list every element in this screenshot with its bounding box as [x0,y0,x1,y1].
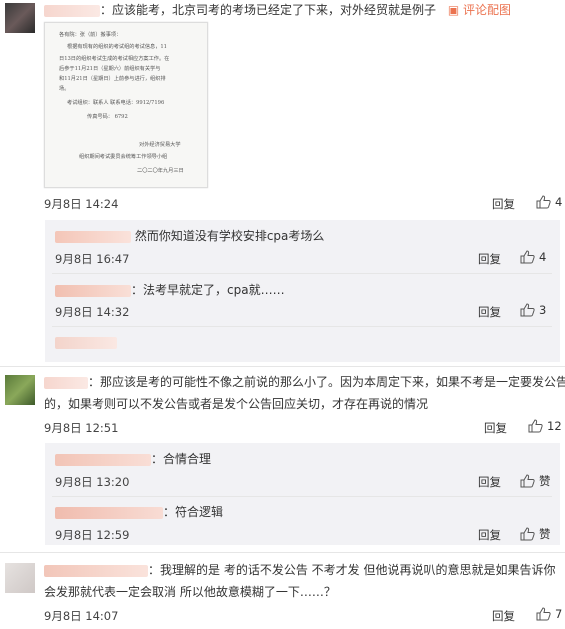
reply-button[interactable]: 回复 [478,527,501,543]
username-blurred[interactable] [55,453,151,466]
divider [0,552,565,553]
like-button[interactable]: 赞 [520,526,551,542]
image-icon: ▣ [447,3,460,17]
divider [52,496,552,497]
username-blurred[interactable] [55,506,163,519]
reply-button[interactable]: 回复 [492,196,515,212]
thumbs-up-icon [520,303,535,317]
comment-time: 9月8日 14:07 [44,609,119,623]
comment-image-link[interactable]: ▣ 评论配图 [448,3,511,17]
thumbs-up-icon [528,419,543,433]
reply-button[interactable]: 回复 [492,608,515,624]
thumbs-up-icon [520,250,535,264]
thumbs-up-icon [536,195,551,209]
like-button[interactable]: 赞 [520,473,551,489]
reply-button[interactable]: 回复 [478,251,501,267]
comment-text-line2: 会发那就代表一定会取消 所以他故意模糊了一下……？ [44,585,336,599]
like-button[interactable]: 3 [520,303,546,317]
reply-text: 然而你知道没有学校安排cpa考场么 [55,226,324,246]
username-blurred[interactable] [44,564,148,577]
avatar[interactable] [5,563,35,593]
like-button[interactable]: 12 [528,419,562,433]
comment-time: 9月8日 14:24 [44,197,119,211]
more-replies-link[interactable] [55,337,117,349]
comment-image[interactable]: 各有院：张（前）搬事项： 根据有现有的组织的考试组的考试信息，11 日13日的组… [44,22,208,188]
comment-text: ：应该能考，北京司考的考场已经定了下来，对外经贸就是例子 ▣ 评论配图 [44,0,511,20]
like-button[interactable]: 7 [536,607,562,621]
username-blurred[interactable] [44,4,100,17]
like-button[interactable]: 4 [520,250,546,264]
username-blurred[interactable] [55,284,131,297]
reply-text: ：法考早就定了，cpa就…… [55,280,285,300]
comment-text-line2: 的，如果考则可以不发公告或者是发个公告回应关切，才存在再说的情况 [44,397,429,411]
comment-time: 9月8日 12:51 [44,421,119,435]
thumbs-up-icon [536,607,551,621]
divider [52,273,552,274]
comment-text: ：我理解的是 考的话不发公告 不考才发 但他说再说叭的意思就是如果告诉你 [44,560,555,580]
username-blurred[interactable] [55,230,131,243]
reply-button[interactable]: 回复 [478,474,501,490]
username-blurred[interactable] [44,376,88,389]
thumbs-up-icon [520,527,535,541]
divider [0,366,565,367]
divider [52,326,552,327]
reply-button[interactable]: 回复 [484,420,507,436]
avatar[interactable] [5,3,35,33]
reply-text: ：符合逻辑 [55,502,223,522]
thumbs-up-icon [520,474,535,488]
comment-text: ：那应该是考的可能性不像之前说的那么小了。因为本周定下来，如果不考是一定要发公告 [44,372,565,392]
avatar[interactable] [5,375,35,405]
reply-text: ：合情合理 [55,449,211,469]
reply-button[interactable]: 回复 [478,304,501,320]
reply-time: 9月8日 14:32 [55,305,130,319]
like-button[interactable]: 4 [536,195,562,209]
reply-time: 9月8日 12:59 [55,528,130,542]
reply-time: 9月8日 13:20 [55,475,130,489]
reply-time: 9月8日 16:47 [55,252,130,266]
